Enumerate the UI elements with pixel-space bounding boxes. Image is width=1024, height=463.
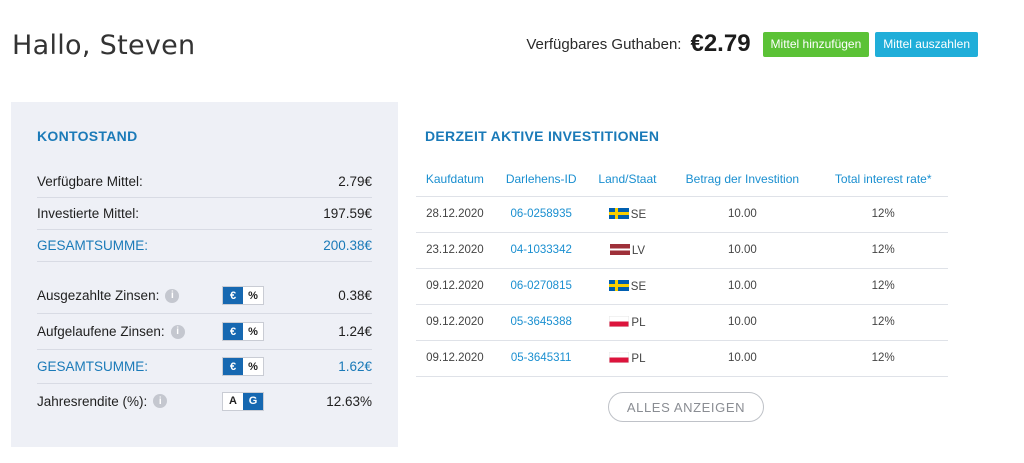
account-balance-title: KONTOSTAND — [37, 128, 138, 144]
balance-amount: €2.79 — [690, 30, 751, 57]
purchase-date: 09.12.2020 — [416, 340, 494, 377]
accrued-interest-row: Aufgelaufene Zinsen: i € % 1.24€ — [37, 314, 372, 350]
loan-id-link[interactable]: 05-3645311 — [493, 340, 589, 377]
column-header[interactable]: Total interest rate* — [818, 162, 948, 197]
available-funds-row: Verfügbare Mittel: 2.79€ — [37, 166, 372, 198]
toggle-euro[interactable]: € — [223, 323, 243, 340]
interest-rate: 12% — [818, 232, 948, 269]
total-funds-value: 200.38€ — [323, 238, 372, 253]
total-funds-row: GESAMTSUMME: 200.38€ — [37, 230, 372, 262]
column-header[interactable]: Darlehens-ID — [493, 162, 589, 197]
toggle-percent[interactable]: % — [243, 323, 263, 340]
table-row: 09.12.2020 05-3645388 PL 10.00 12% — [416, 304, 948, 341]
interest-rate: 12% — [818, 268, 948, 305]
info-icon[interactable]: i — [153, 394, 168, 408]
invested-funds-value: 197.59€ — [323, 206, 372, 221]
country-cell: LV — [588, 232, 667, 269]
invested-funds-row: Investierte Mittel: 197.59€ — [37, 198, 372, 230]
info-icon[interactable]: i — [165, 288, 180, 303]
purchase-date: 09.12.2020 — [416, 304, 494, 341]
table-row: 23.12.2020 04-1033342 LV 10.00 12% — [416, 232, 948, 269]
table-row: 09.12.2020 05-3645311 PL 10.00 12% — [416, 340, 948, 377]
balance-label: Verfügbares Guthaben: — [526, 35, 682, 53]
sweden-flag-icon — [608, 279, 629, 291]
column-header[interactable]: Betrag der Investition — [666, 162, 819, 197]
country-cell: SE — [588, 268, 667, 305]
loan-id-link[interactable]: 06-0258935 — [493, 196, 589, 233]
interest-rate: 12% — [818, 340, 948, 377]
total-interest-label: GESAMTSUMME: — [37, 359, 149, 374]
toggle-percent[interactable]: % — [243, 287, 263, 304]
investments-table: Kaufdatum Darlehens-ID Land/Staat Betrag… — [416, 162, 948, 377]
greeting-title: Hallo, Steven — [12, 30, 196, 61]
balance-bar: Verfügbares Guthaben: €2.79 Mittel hinzu… — [526, 30, 978, 58]
latvia-flag-icon — [609, 243, 630, 255]
available-funds-value: 2.79€ — [338, 174, 372, 189]
annual-return-row: Jahresrendite (%): i A G 12.63% — [37, 384, 372, 418]
info-icon[interactable]: i — [170, 324, 185, 339]
annual-return-label: Jahresrendite (%): — [37, 393, 148, 409]
add-funds-button[interactable]: Mittel hinzufügen — [762, 31, 870, 57]
loan-id-link[interactable]: 05-3645388 — [493, 304, 589, 341]
show-all-button[interactable]: ALLES ANZEIGEN — [608, 392, 764, 422]
accrued-interest-value: 1.24€ — [338, 324, 372, 339]
paid-interest-label: Ausgezahlte Zinsen: — [37, 288, 160, 303]
investment-amount: 10.00 — [666, 340, 819, 377]
available-funds-label: Verfügbare Mittel: — [37, 174, 143, 189]
currency-percent-toggle[interactable]: € % — [222, 322, 264, 341]
paid-interest-value: 0.38€ — [338, 288, 372, 303]
investment-amount: 10.00 — [666, 304, 819, 341]
investment-amount: 10.00 — [666, 268, 819, 305]
toggle-a[interactable]: A — [223, 393, 243, 410]
toggle-euro[interactable]: € — [223, 287, 243, 304]
country-cell: PL — [588, 304, 667, 341]
invested-funds-label: Investierte Mittel: — [37, 206, 140, 221]
currency-percent-toggle[interactable]: € % — [222, 286, 264, 305]
accrued-interest-label: Aufgelaufene Zinsen: — [37, 324, 165, 339]
toggle-g[interactable]: G — [243, 392, 263, 410]
interest-rate: 12% — [818, 196, 948, 233]
investment-amount: 10.00 — [666, 196, 819, 233]
interest-rate: 12% — [818, 304, 948, 341]
sweden-flag-icon — [608, 207, 629, 219]
loan-id-link[interactable]: 06-0270815 — [493, 268, 589, 305]
active-investments-title: DERZEIT AKTIVE INVESTITIONEN — [425, 128, 660, 144]
loan-id-link[interactable]: 04-1033342 — [493, 232, 589, 269]
total-interest-value: 1.62€ — [338, 359, 372, 374]
poland-flag-icon — [609, 351, 630, 363]
paid-interest-row: Ausgezahlte Zinsen: i € % 0.38€ — [37, 278, 372, 314]
investment-amount: 10.00 — [666, 232, 819, 269]
poland-flag-icon — [609, 315, 630, 327]
country-cell: SE — [588, 196, 667, 233]
column-header[interactable]: Land/Staat — [588, 162, 667, 197]
active-investments-panel: DERZEIT AKTIVE INVESTITIONEN Kaufdatum D… — [416, 102, 948, 377]
purchase-date: 09.12.2020 — [416, 268, 494, 305]
purchase-date: 23.12.2020 — [416, 232, 494, 269]
total-interest-row: GESAMTSUMME: € % 1.62€ — [37, 350, 372, 384]
table-header-row: Kaufdatum Darlehens-ID Land/Staat Betrag… — [416, 162, 948, 197]
withdraw-funds-button[interactable]: Mittel auszahlen — [875, 31, 978, 57]
annual-return-value: 12.63% — [326, 393, 372, 409]
currency-percent-toggle[interactable]: € % — [222, 357, 264, 376]
column-header[interactable]: Kaufdatum — [416, 162, 494, 197]
account-balance-panel: KONTOSTAND Verfügbare Mittel: 2.79€ Inve… — [11, 102, 398, 447]
table-row: 28.12.2020 06-0258935 SE 10.00 12% — [416, 196, 948, 233]
toggle-percent[interactable]: % — [243, 358, 263, 375]
purchase-date: 28.12.2020 — [416, 196, 494, 233]
toggle-euro[interactable]: € — [223, 358, 243, 375]
table-row: 09.12.2020 06-0270815 SE 10.00 12% — [416, 268, 948, 305]
country-cell: PL — [588, 340, 667, 377]
annual-return-toggle[interactable]: A G — [222, 391, 264, 411]
total-funds-label: GESAMTSUMME: — [37, 238, 149, 253]
